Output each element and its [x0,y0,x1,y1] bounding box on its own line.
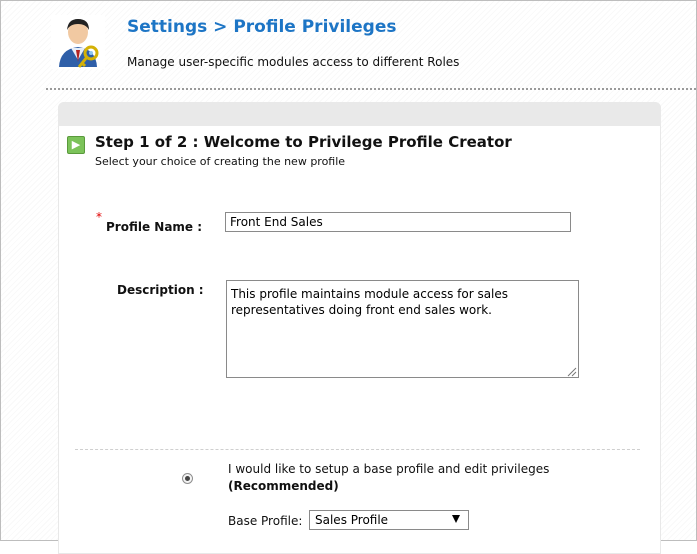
header-divider [46,88,696,90]
page-frame: Settings > Profile Privileges Manage use… [0,0,697,554]
base-profile-select-value: Sales Profile [315,513,389,527]
description-label: Description : [117,283,204,297]
base-profile-label: Base Profile: [228,514,303,528]
base-profile-option-text: I would like to setup a base profile and… [228,462,550,476]
step-arrow-icon: ▶ [67,136,85,154]
profile-name-label: Profile Name : [106,220,203,234]
base-profile-radio[interactable] [182,473,193,484]
page-subtitle: Manage user-specific modules access to d… [127,55,460,69]
resize-grip-icon[interactable] [567,367,577,377]
user-key-icon [51,15,105,69]
description-textarea[interactable]: This profile maintains module access for… [226,280,579,378]
recommended-label: (Recommended) [228,479,339,493]
wizard-panel-header [58,102,661,126]
profile-name-input[interactable] [225,212,571,232]
page-title: Settings > Profile Privileges [127,17,397,37]
chevron-down-icon [452,515,460,523]
base-profile-select[interactable]: Sales Profile [309,510,469,530]
required-marker: * [96,210,102,224]
step-title: Step 1 of 2 : Welcome to Privilege Profi… [95,133,512,151]
step-subtitle: Select your choice of creating the new p… [95,155,346,168]
radio-selected-dot [185,476,190,481]
section-divider [75,449,640,450]
